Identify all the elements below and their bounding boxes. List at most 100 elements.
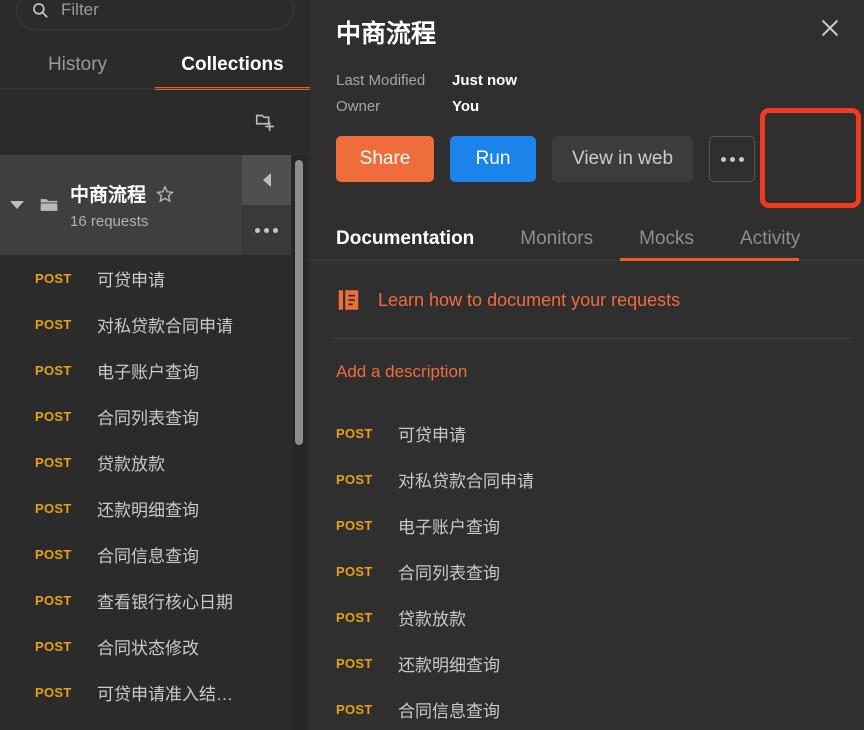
learn-documentation-label: Learn how to document your requests xyxy=(378,289,681,310)
collection-side-buttons xyxy=(242,155,291,255)
request-method: POST xyxy=(336,517,373,533)
tab-history[interactable]: History xyxy=(0,40,155,90)
request-method: POST xyxy=(35,546,72,562)
request-method: POST xyxy=(35,500,72,516)
search-input[interactable] xyxy=(61,0,282,20)
tab-documentation[interactable]: Documentation xyxy=(336,228,474,250)
request-name: 合同列表查询 xyxy=(398,563,500,583)
documentation-request-list: POST 可贷申请 POST 对私贷款合同申请 POST 电子账户查询 POST 合同列表查询… xyxy=(310,410,864,730)
tab-monitors-label: Monitors xyxy=(520,228,594,249)
action-button-row: Share Run View in web xyxy=(310,136,864,182)
documentation-request-item[interactable]: POST 可贷申请 xyxy=(310,410,864,456)
sidebar-tabs-divider xyxy=(0,88,310,89)
panel-header: 中商流程 xyxy=(310,0,864,50)
collection-more-button[interactable] xyxy=(242,205,291,255)
book-icon xyxy=(338,290,359,310)
collection-detail-panel: 中商流程 Last Modified Just now Owner You Sh… xyxy=(310,0,864,730)
request-method: POST xyxy=(35,316,72,332)
add-description-link[interactable]: Add a description xyxy=(310,352,864,392)
tab-activity[interactable]: Activity xyxy=(740,228,800,250)
tab-mocks[interactable]: Mocks xyxy=(639,228,694,250)
request-method: POST xyxy=(35,454,72,470)
request-method: POST xyxy=(35,684,72,700)
sidebar-request-list: POST 可贷申请 POST 对私贷款合同申请 POST 电子账户查询 POST 合同列表查询… xyxy=(0,255,291,715)
meta-key: Owner xyxy=(336,98,381,115)
sidebar-request-item[interactable]: POST 还款明细查询 xyxy=(0,485,291,531)
sidebar-tabs: History Collections xyxy=(0,40,310,90)
documentation-request-item[interactable]: POST 合同列表查询 xyxy=(310,548,864,594)
page-title: 中商流程 xyxy=(336,20,437,48)
folder-icon xyxy=(34,195,64,215)
request-name: 合同信息查询 xyxy=(398,701,500,721)
sidebar: History Collections xyxy=(0,0,310,730)
star-outline-icon[interactable] xyxy=(156,184,175,203)
tab-documentation-label: Documentation xyxy=(336,228,475,249)
request-name: 对私贷款合同申请 xyxy=(97,316,233,336)
collection-collapse-button[interactable] xyxy=(242,155,291,205)
documentation-request-item[interactable]: POST 贷款放款 xyxy=(310,594,864,640)
request-method: POST xyxy=(336,655,373,671)
sidebar-request-item[interactable]: POST 可贷申请 xyxy=(0,255,291,301)
collection-meta: Last Modified Just now Owner You xyxy=(310,68,864,120)
meta-key: Last Modified xyxy=(336,72,426,89)
sidebar-request-item[interactable]: POST 电子账户查询 xyxy=(0,347,291,393)
tab-activity-label: Activity xyxy=(740,228,801,249)
sidebar-request-item[interactable]: POST 查看银行核心日期 xyxy=(0,577,291,623)
request-name: 可贷申请准入结… xyxy=(97,684,233,704)
collection-name: 中商流程 xyxy=(70,185,147,206)
meta-row-owner: Owner You xyxy=(336,94,864,120)
tab-collections[interactable]: Collections xyxy=(155,40,310,90)
filter-box[interactable] xyxy=(16,0,294,30)
documentation-request-item[interactable]: POST 对私贷款合同申请 xyxy=(310,456,864,502)
request-name: 合同信息查询 xyxy=(97,546,199,566)
more-horizontal-icon xyxy=(255,227,278,233)
tab-mocks-label: Mocks xyxy=(639,228,695,249)
new-collection-button[interactable] xyxy=(250,106,280,136)
tab-monitors[interactable]: Monitors xyxy=(520,228,593,250)
request-name: 电子账户查询 xyxy=(398,517,500,537)
request-method: POST xyxy=(336,701,373,717)
sidebar-request-item[interactable]: POST 合同信息查询 xyxy=(0,531,291,577)
panel-tabs: Documentation Monitors Mocks Activity xyxy=(310,216,864,262)
request-name: 还款明细查询 xyxy=(97,500,199,520)
panel-more-button[interactable] xyxy=(709,136,756,182)
caret-down-icon xyxy=(10,201,24,209)
request-method: POST xyxy=(35,270,72,286)
request-name: 合同状态修改 xyxy=(97,638,199,658)
request-method: POST xyxy=(35,638,72,654)
tab-history-label: History xyxy=(47,54,108,75)
filter-row xyxy=(0,0,310,34)
request-name: 可贷申请 xyxy=(97,270,165,290)
learn-documentation-link[interactable]: Learn how to document your requests xyxy=(310,262,864,338)
learn-divider xyxy=(332,338,852,339)
sidebar-request-item[interactable]: POST 可贷申请准入结… xyxy=(0,669,291,715)
close-icon xyxy=(822,20,838,36)
more-horizontal-icon xyxy=(720,156,744,162)
run-button[interactable]: Run xyxy=(450,136,536,182)
request-name: 电子账户查询 xyxy=(97,362,199,382)
sidebar-request-item[interactable]: POST 合同状态修改 xyxy=(0,623,291,669)
request-method: POST xyxy=(35,362,72,378)
request-method: POST xyxy=(35,408,72,424)
request-method: POST xyxy=(336,609,373,625)
sidebar-request-item[interactable]: POST 合同列表查询 xyxy=(0,393,291,439)
request-method: POST xyxy=(35,592,72,608)
request-method: POST xyxy=(336,471,373,487)
sidebar-scrollbar-thumb[interactable] xyxy=(295,160,303,445)
collection-expand-toggle[interactable] xyxy=(0,201,34,209)
documentation-request-item[interactable]: POST 电子账户查询 xyxy=(310,502,864,548)
request-method: POST xyxy=(336,563,373,579)
view-in-web-button[interactable]: View in web xyxy=(552,136,694,182)
meta-value: Just now xyxy=(452,72,518,89)
close-button[interactable] xyxy=(810,8,850,48)
tab-collections-label: Collections xyxy=(181,54,284,75)
active-tab-underline xyxy=(620,258,799,261)
meta-row-last-modified: Last Modified Just now xyxy=(336,68,864,94)
sidebar-request-item[interactable]: POST 对私贷款合同申请 xyxy=(0,301,291,347)
documentation-request-item[interactable]: POST 还款明细查询 xyxy=(310,640,864,686)
postman-window: History Collections xyxy=(0,0,864,730)
search-icon xyxy=(33,3,48,18)
share-button[interactable]: Share xyxy=(336,136,434,182)
sidebar-request-item[interactable]: POST 贷款放款 xyxy=(0,439,291,485)
documentation-request-item[interactable]: POST 合同信息查询 xyxy=(310,686,864,730)
